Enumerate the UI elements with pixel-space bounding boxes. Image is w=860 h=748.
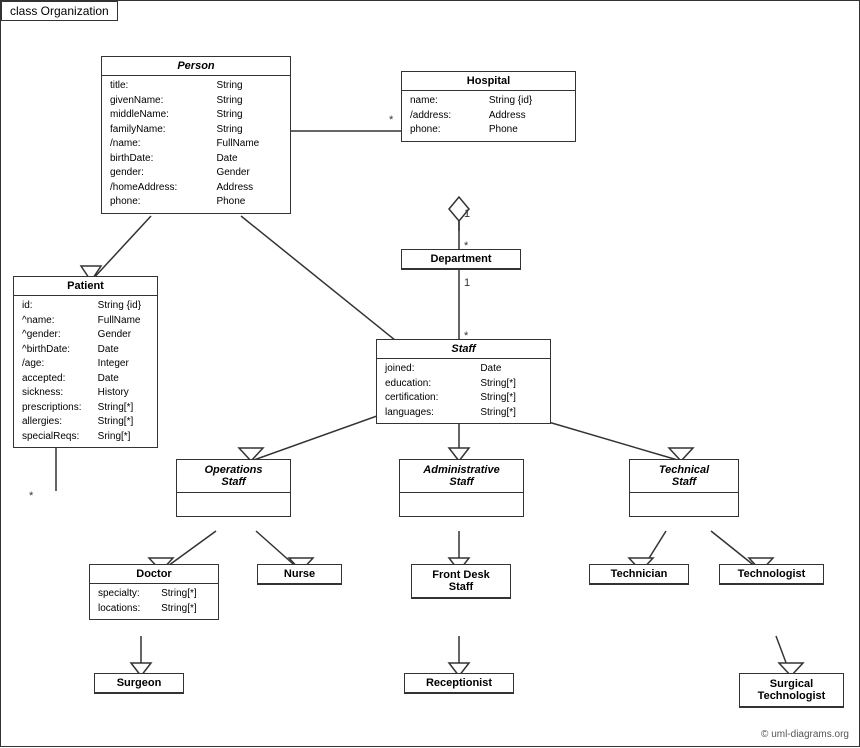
technologist-title: Technologist bbox=[720, 565, 823, 584]
technician-class: Technician bbox=[589, 564, 689, 585]
doctor-class: Doctor specialty:String[*] locations:Str… bbox=[89, 564, 219, 620]
technical-staff-title: TechnicalStaff bbox=[630, 460, 738, 493]
receptionist-title: Receptionist bbox=[405, 674, 513, 693]
nurse-class: Nurse bbox=[257, 564, 342, 585]
technical-staff-class: TechnicalStaff bbox=[629, 459, 739, 517]
surgeon-class: Surgeon bbox=[94, 673, 184, 694]
hospital-class: Hospital name:String {id} /address:Addre… bbox=[401, 71, 576, 142]
patient-title: Patient bbox=[14, 277, 157, 296]
hospital-title: Hospital bbox=[402, 72, 575, 91]
technician-title: Technician bbox=[590, 565, 688, 584]
receptionist-class: Receptionist bbox=[404, 673, 514, 694]
nurse-title: Nurse bbox=[258, 565, 341, 584]
administrative-staff-class: AdministrativeStaff bbox=[399, 459, 524, 517]
frame-label: class Organization bbox=[1, 1, 118, 21]
administrative-staff-title: AdministrativeStaff bbox=[400, 460, 523, 493]
svg-text:*: * bbox=[29, 490, 34, 502]
patient-attrs: id:String {id} ^name:FullName ^gender:Ge… bbox=[14, 296, 157, 447]
staff-title: Staff bbox=[377, 340, 550, 359]
department-class: Department bbox=[401, 249, 521, 270]
doctor-attrs: specialty:String[*] locations:String[*] bbox=[90, 584, 218, 619]
surgeon-title: Surgeon bbox=[95, 674, 183, 693]
svg-text:1: 1 bbox=[464, 277, 470, 289]
svg-text:*: * bbox=[389, 114, 394, 126]
surgical-technologist-class: SurgicalTechnologist bbox=[739, 673, 844, 708]
copyright: © uml-diagrams.org bbox=[761, 729, 849, 740]
operations-staff-class: OperationsStaff bbox=[176, 459, 291, 517]
operations-staff-title: OperationsStaff bbox=[177, 460, 290, 493]
front-desk-staff-class: Front DeskStaff bbox=[411, 564, 511, 599]
front-desk-staff-title: Front DeskStaff bbox=[412, 565, 510, 598]
doctor-title: Doctor bbox=[90, 565, 218, 584]
patient-class: Patient id:String {id} ^name:FullName ^g… bbox=[13, 276, 158, 448]
person-class: Person title:String givenName:String mid… bbox=[101, 56, 291, 214]
staff-attrs: joined:Date education:String[*] certific… bbox=[377, 359, 550, 423]
staff-class: Staff joined:Date education:String[*] ce… bbox=[376, 339, 551, 424]
person-title: Person bbox=[102, 57, 290, 76]
hospital-attrs: name:String {id} /address:Address phone:… bbox=[402, 91, 575, 141]
department-title: Department bbox=[402, 250, 520, 269]
svg-text:1: 1 bbox=[464, 208, 470, 220]
technologist-class: Technologist bbox=[719, 564, 824, 585]
person-attrs: title:String givenName:String middleName… bbox=[102, 76, 290, 213]
diagram-container: class Organization * * 1 * 1 * bbox=[0, 0, 860, 747]
surgical-technologist-title: SurgicalTechnologist bbox=[740, 674, 843, 707]
